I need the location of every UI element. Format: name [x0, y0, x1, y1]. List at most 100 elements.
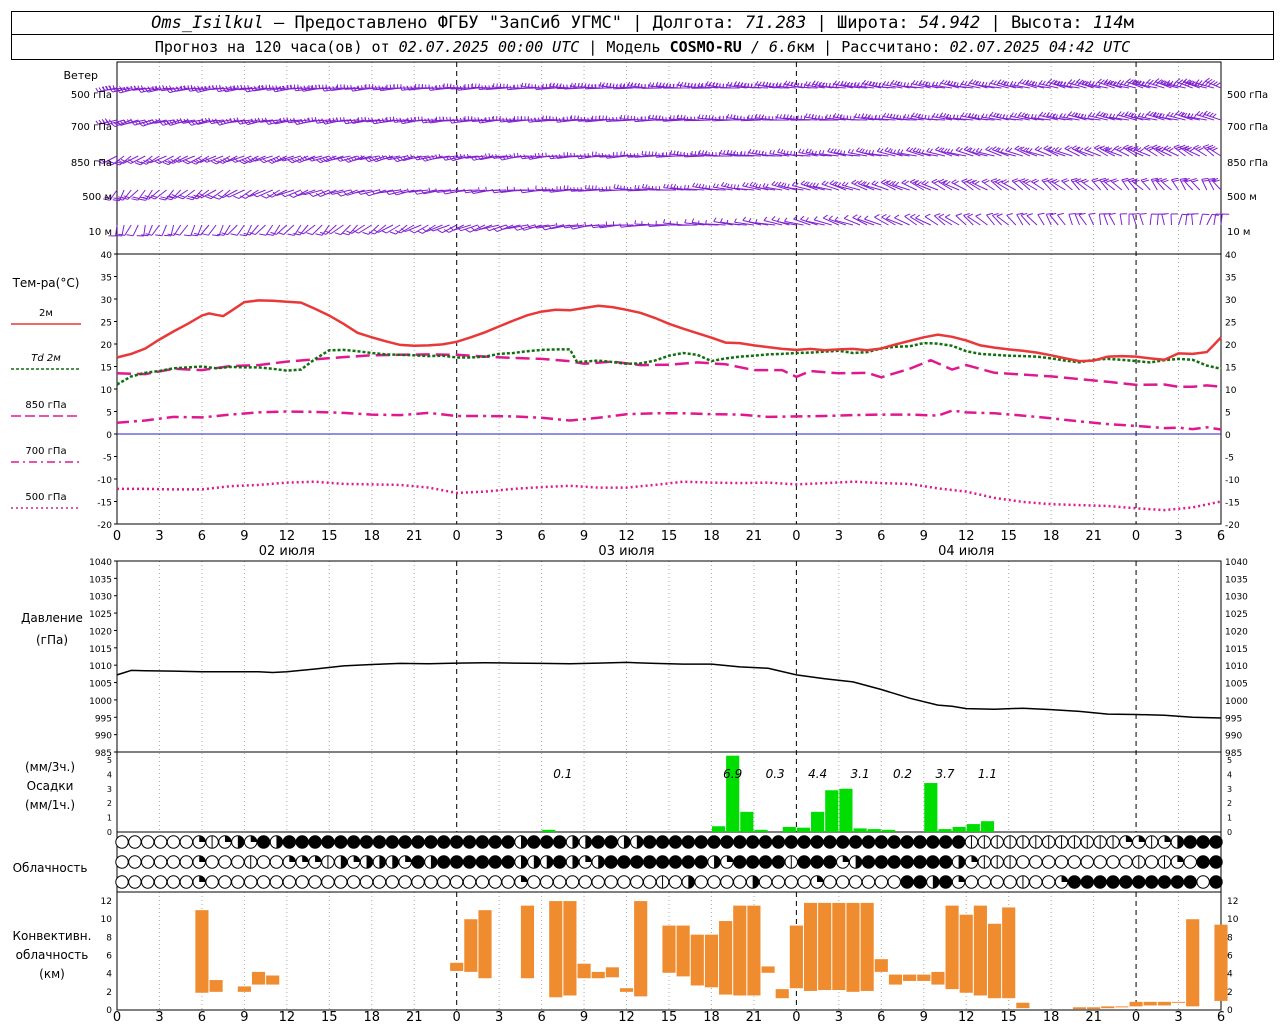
pressure-tick-right: 1030: [1225, 593, 1248, 603]
wind-barb: [449, 224, 471, 231]
conv-tick-left: 2: [106, 988, 112, 998]
series-t500: [117, 480, 1222, 512]
cloud-cover-mark: [932, 875, 940, 889]
convective-bar: [251, 971, 266, 985]
conv-tick-left: 6: [106, 952, 112, 962]
wind-barb: [456, 186, 478, 192]
cloud-cover-mark: [366, 855, 373, 869]
time-tick-label: 15: [661, 529, 678, 544]
cloud-cover-circle: [733, 835, 747, 849]
convective-bar: [803, 902, 818, 991]
cloud-cover-mark: [289, 855, 296, 862]
cloud-cover-mark: [340, 855, 347, 869]
cloud-cover-circle: [1003, 875, 1017, 889]
cloud-cover-circle: [488, 855, 502, 869]
precip-bar: [952, 826, 966, 832]
cloud-cover-mark: [237, 835, 245, 849]
convective-bar: [450, 962, 464, 971]
pressure-tick-left: 1030: [89, 593, 112, 603]
cloud-cover-mark: [520, 855, 528, 869]
temp-tick-left: 20: [101, 341, 113, 351]
cloud-cover-circle: [256, 875, 271, 889]
temp-legend-label: 700 гПа: [25, 446, 66, 457]
wind-level-label-right: 10 м: [1227, 227, 1250, 238]
temp-tick-right: -15: [1225, 499, 1240, 509]
wind-barb: [944, 213, 960, 226]
time-tick-label: 18: [703, 529, 720, 544]
convective-bar: [719, 921, 733, 995]
temp-legend-label: 2м: [39, 308, 53, 319]
cloud-cover-mark: [199, 875, 206, 882]
day-label: 03 июля: [598, 544, 654, 559]
cloud-cover-circle: [848, 875, 863, 889]
cloud-cover-circle: [269, 855, 284, 869]
time-tick-label: 12: [618, 529, 635, 544]
conv-tick-right: 10: [1227, 915, 1239, 925]
conv-tick-left: 4: [106, 970, 112, 980]
time-tick-label: 9: [240, 1010, 248, 1024]
temp-tick-right: 35: [1225, 274, 1236, 284]
precip-total-label: 3.7: [935, 767, 954, 781]
wind-barb: [1023, 178, 1038, 191]
wind-barb: [259, 224, 274, 236]
temp-tick-right: 30: [1225, 296, 1237, 306]
wind-barb: [909, 213, 925, 226]
cloud-cover-circle: [784, 875, 798, 889]
cloud-cover-circle: [823, 835, 837, 849]
cloud-cover-circle: [346, 835, 361, 849]
temp-tick-right: 5: [1225, 409, 1231, 419]
time-tick-label: 21: [746, 1010, 763, 1024]
cloud-cover-circle: [437, 875, 451, 889]
temp-tick-left: 15: [101, 364, 112, 374]
cloud-cover: [115, 835, 1223, 889]
time-tick-label: 12: [958, 529, 975, 544]
temp-tick-right: -20: [1225, 521, 1240, 531]
pressure-tick-right: 1000: [1225, 697, 1248, 707]
precipitation-bars: 0.1 6.9 0.3 4.4 3.1 0.2 3.7 1.1: [542, 755, 997, 832]
time-tick-label: 18: [1043, 1010, 1060, 1024]
cloud-cover-circle: [604, 875, 618, 889]
pressure-tick-left: 1025: [89, 610, 112, 620]
time-tick-label: 15: [321, 529, 338, 544]
cloud-cover-circle: [205, 855, 219, 869]
wind-barb: [1119, 213, 1128, 226]
cloud-cover-circle: [1209, 875, 1223, 889]
wind-barb: [1220, 213, 1230, 226]
cloud-cover-circle: [1157, 875, 1172, 889]
conv-tick-left: 8: [106, 933, 112, 943]
convective-bar: [917, 974, 931, 981]
wind-level-label-right: 700 гПа: [1227, 122, 1268, 133]
cloud-cover-circle: [1183, 875, 1197, 889]
time-tick-label: 6: [198, 529, 206, 544]
cloud-cover-circle: [437, 855, 451, 869]
cloud-cover-circle: [269, 875, 284, 889]
cloud-cover-mark: [379, 855, 386, 869]
pressure-tick-right: 1005: [1225, 680, 1248, 690]
temp-tick-right: 40: [1225, 251, 1237, 261]
cloud-cover-circle: [630, 875, 644, 889]
wind-level-label-right: 850 гПа: [1227, 158, 1268, 169]
cloud-cover-circle: [166, 855, 181, 869]
convective-bar: [634, 901, 648, 997]
cloud-cover-mark: [572, 835, 579, 849]
convective-bar: [1129, 1001, 1143, 1007]
temp-tick-right: -5: [1225, 454, 1234, 464]
cloud-cover-circle: [591, 835, 605, 849]
cloud-cover-circle: [282, 875, 297, 889]
cloud-cover-circle: [115, 875, 129, 889]
cloud-cover-circle: [334, 875, 348, 889]
time-tick-label: 9: [920, 529, 928, 544]
conv-tick-right: 6: [1227, 952, 1233, 962]
time-tick-label: 6: [537, 529, 545, 544]
meteogram-chart: 0.1 6.9 0.3 4.4 3.1 0.2 3.7 1.1 40 4035 3530 3025 2…: [11, 61, 1268, 1024]
cloud-cover-circle: [501, 835, 515, 849]
precip-tick-left: 0: [107, 828, 112, 837]
temp-tick-left: 25: [101, 319, 112, 329]
temp-legend-label: 850 гПа: [25, 400, 66, 411]
precip-bar: [796, 827, 811, 832]
conv-tick-left: 0: [106, 1006, 112, 1016]
cloud-cover-circle: [231, 875, 245, 889]
cloud-cover-circle: [642, 875, 657, 889]
cloud-cover-circle: [231, 855, 245, 869]
convective-bar: [987, 923, 1002, 999]
